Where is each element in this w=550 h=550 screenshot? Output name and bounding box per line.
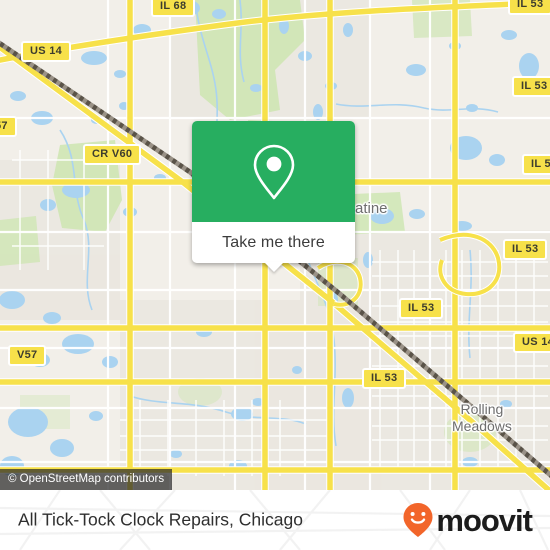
location-pin-icon xyxy=(253,144,294,199)
screenshot-root: IL 68 IL 53 US 14 IL 53 57 CR V60 IL 53 IL 53 IL… xyxy=(0,0,550,550)
card-pin-area xyxy=(192,121,355,222)
shield-il-53-lower: IL 53 xyxy=(362,368,407,389)
shield-us-14-right: US 14 xyxy=(513,332,550,353)
take-me-there-card[interactable]: Take me there xyxy=(192,121,355,272)
map-canvas[interactable]: IL 68 IL 53 US 14 IL 53 57 CR V60 IL 53 IL 53 IL… xyxy=(0,0,550,550)
shield-il-53-right: IL 53 xyxy=(503,239,548,260)
moovit-wordmark: moovit xyxy=(436,502,533,538)
business-title: All Tick-Tock Clock Repairs, Chicago xyxy=(18,509,303,530)
shield-us-14-topleft: US 14 xyxy=(21,41,72,62)
shield-cr-57-clipped: 57 xyxy=(0,116,17,137)
card-action-bar[interactable]: Take me there xyxy=(192,222,355,272)
shield-il-53-center: IL 53 xyxy=(399,298,444,319)
shield-il-53-mid: IL 53 xyxy=(522,154,550,175)
card-pointer-tail xyxy=(263,262,284,272)
place-label-rolling-meadows: Rolling Meadows xyxy=(452,401,512,434)
moovit-pin-smiley-icon xyxy=(403,503,433,537)
shield-il-53-upper: IL 53 xyxy=(512,76,550,97)
take-me-there-label: Take me there xyxy=(222,233,325,251)
osm-attribution[interactable]: © OpenStreetMap contributors xyxy=(0,469,173,490)
moovit-brand[interactable]: moovit xyxy=(402,502,533,538)
place-label-palatine: atine xyxy=(355,200,388,217)
shield-il-53-topright: IL 53 xyxy=(508,0,550,15)
shield-cr-v60: CR V60 xyxy=(83,144,142,165)
map-vector xyxy=(0,0,550,550)
shield-il-68: IL 68 xyxy=(151,0,196,17)
bottom-info-bar: All Tick-Tock Clock Repairs, Chicago moo… xyxy=(0,490,550,550)
shield-v57: V57 xyxy=(8,345,47,366)
